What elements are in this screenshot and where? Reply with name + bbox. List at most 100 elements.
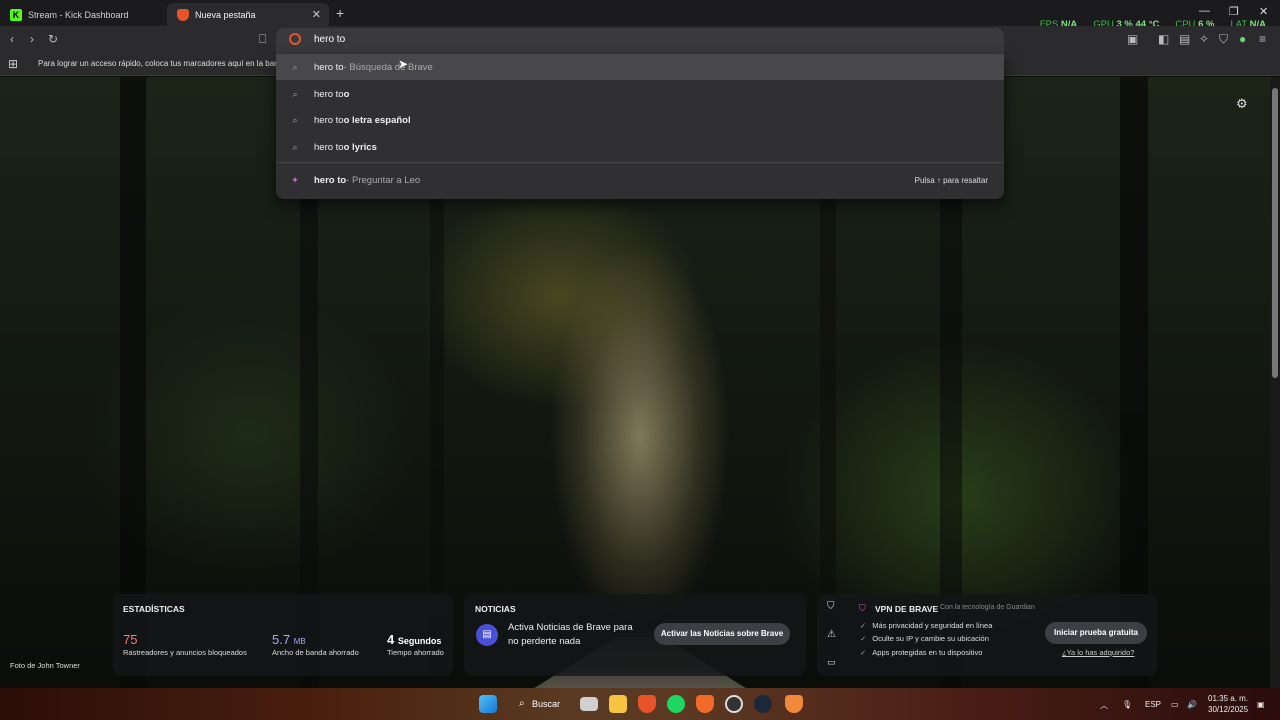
stats-widget: ESTADÍSTICAS 75 Rastreadores y anuncios … (113, 594, 453, 676)
back-icon[interactable]: ‹ (10, 32, 14, 46)
minimize-icon[interactable]: — (1199, 5, 1210, 17)
search-icon: ⌕ (292, 141, 298, 152)
network-icon[interactable]: ▭ (1171, 700, 1179, 709)
news-widget: NOTICIAS ▤ Activa Noticias de Brave para… (464, 594, 806, 676)
new-tab-button[interactable]: + (336, 5, 344, 21)
clock-date: 30/12/2025 (1208, 705, 1249, 714)
start-trial-button[interactable]: Iniciar prueba gratuita (1045, 622, 1147, 644)
check-icon: ✓ (860, 648, 867, 657)
suggestion-item[interactable]: ⌕ hero to - Búsqueda de Brave (276, 54, 1004, 80)
omnibox-suggestions: ⌕ hero to - Búsqueda de Brave ⌕ hero to o… (276, 54, 1004, 199)
sidebar-icon[interactable]: ◧ (1158, 32, 1169, 46)
suggestion-item[interactable]: ⌕ hero to o lyrics (276, 134, 1004, 160)
reload-icon[interactable]: ↻ (48, 32, 58, 46)
suggestion-completion: o letra español (343, 114, 411, 126)
menu-icon[interactable]: ≡ (1259, 32, 1266, 46)
warning-tab-icon[interactable]: ⚠ (827, 629, 836, 640)
apps-grid-icon[interactable]: ⊞ (8, 57, 18, 71)
language-indicator[interactable]: ESP (1145, 700, 1161, 709)
clock[interactable]: 01:35 a. m. 30/12/2025 (1208, 693, 1248, 715)
brave-icon[interactable] (638, 695, 656, 713)
scrollbar-thumb[interactable] (1272, 88, 1278, 378)
news-title: NOTICIAS (475, 604, 516, 614)
time-label: Tiempo ahorrado (387, 648, 444, 657)
gear-icon[interactable]: ⚙ (1236, 96, 1248, 112)
brave-nightly-icon[interactable] (785, 695, 803, 713)
news-text: Activa Noticias de Brave para no perdert… (508, 622, 633, 647)
suggestion-query: hero to (314, 88, 344, 100)
leo-suggestion[interactable]: ✦ hero to - Preguntar a Leo Pulsa ↑ para… (276, 167, 1004, 193)
wallet-icon[interactable]: ▤ (1179, 32, 1190, 46)
search-icon: ⌕ (292, 114, 298, 125)
suggestion-query: hero to (314, 141, 344, 153)
activate-news-button[interactable]: Activar las Noticias sobre Brave (654, 623, 790, 645)
volume-icon[interactable]: 🔊 (1187, 700, 1197, 709)
stats-title: ESTADÍSTICAS (123, 604, 185, 614)
bandwidth-number: 5.7 (272, 632, 291, 647)
steam-icon[interactable] (754, 695, 772, 713)
vpn-shield-icon[interactable]: ⛉ (1219, 32, 1228, 47)
leo-icon: ✦ (291, 174, 299, 185)
file-explorer-icon[interactable] (609, 695, 627, 713)
time-unit: Segundos (397, 636, 442, 646)
tab-kick-dashboard[interactable]: K Stream - Kick Dashboard (0, 3, 163, 26)
suggestion-completion: o (343, 88, 350, 100)
leo-hint: Pulsa ↑ para resaltar (914, 175, 988, 185)
feature-text: Apps protegidas en tu dispositivo (872, 648, 983, 657)
search-icon: ⌕ (292, 88, 298, 99)
brave-beta-icon[interactable] (696, 695, 714, 713)
restore-icon[interactable]: ❐ (1229, 5, 1239, 18)
close-tab-icon[interactable]: ✕ (312, 8, 321, 21)
vpn-feature: ✓ Más privacidad y seguridad en línea (860, 621, 992, 630)
time-number: 4 (387, 632, 395, 647)
vpn-shield-icon: ⛉ (859, 603, 866, 613)
screenshot-icon[interactable]: ▣ (1127, 32, 1138, 46)
extension-icon[interactable]: ● (1239, 32, 1246, 46)
chevron-up-icon[interactable]: ︿ (1100, 700, 1108, 711)
leo-query: hero to (314, 174, 347, 186)
clock-time: 01:35 a. m. (1208, 694, 1249, 703)
close-window-icon[interactable]: ✕ (1259, 5, 1268, 18)
mouse-cursor-icon: ➤ (398, 57, 409, 71)
time-saved: 4 Segundos (387, 632, 441, 647)
vpn-title: VPN DE BRAVE (875, 604, 939, 614)
tab-new-tab[interactable]: Nueva pestaña ✕ (167, 3, 329, 26)
suggestion-suffix: - Búsqueda de Brave (343, 61, 433, 73)
brave-shields-icon[interactable] (289, 33, 301, 45)
photo-credit: Foto de John Towner (10, 661, 80, 670)
forward-icon[interactable]: › (30, 32, 34, 46)
suggestion-completion: o lyrics (343, 141, 377, 153)
obs-icon[interactable] (725, 695, 743, 713)
taskbar-search-label[interactable]: Buscar (532, 699, 560, 709)
bandwidth-unit: MB (293, 637, 306, 646)
feature-text: Más privacidad y seguridad en línea (872, 621, 993, 630)
notification-icon[interactable]: ▣ (1257, 700, 1265, 709)
windows-start-icon[interactable] (479, 695, 497, 713)
bandwidth-label: Ancho de banda ahorrado (272, 648, 359, 657)
suggestion-item[interactable]: ⌕ hero to o (276, 81, 1004, 107)
vpn-feature: ✓ Apps protegidas en tu dispositivo (860, 648, 982, 657)
suggestion-item[interactable]: ⌕ hero to o letra español (276, 107, 1004, 133)
suggestion-query: hero to (314, 61, 344, 73)
trackers-label: Rastreadores y anuncios bloqueados (123, 648, 247, 657)
vpn-tab-icon[interactable]: ⛉ (827, 601, 835, 612)
trackers-count: 75 (123, 632, 138, 647)
bookmark-icon[interactable]: ⎕ (259, 32, 266, 47)
screen-tab-icon[interactable]: ▭ (827, 657, 836, 668)
spotify-icon[interactable] (667, 695, 685, 713)
vpn-powered-by: Con la tecnología de Guardian (940, 604, 1035, 611)
leo-icon[interactable]: ✧ (1199, 32, 1209, 46)
address-input[interactable]: hero to (314, 34, 345, 45)
already-purchased-link[interactable]: ¿Ya lo has adquirido? (1062, 648, 1134, 657)
vpn-widget: ⛉ ⚠ ▭ ⛉ VPN DE BRAVE Con la tecnología d… (817, 594, 1157, 676)
news-icon: ▤ (476, 624, 498, 646)
microphone-icon[interactable]: 🎙 (1122, 700, 1132, 709)
bookmarks-hint: Para lograr un acceso rápido, coloca tus… (38, 59, 276, 68)
search-icon[interactable]: ⌕ (519, 698, 525, 709)
bandwidth-value: 5.7 MB (272, 632, 306, 647)
feature-text: Oculte su IP y cambie su ubicación (872, 634, 989, 643)
leo-suffix: - Preguntar a Leo (346, 174, 421, 186)
vpn-feature: ✓ Oculte su IP y cambie su ubicación (860, 634, 989, 643)
task-view-icon[interactable] (580, 697, 598, 711)
address-bar[interactable] (276, 28, 1004, 54)
